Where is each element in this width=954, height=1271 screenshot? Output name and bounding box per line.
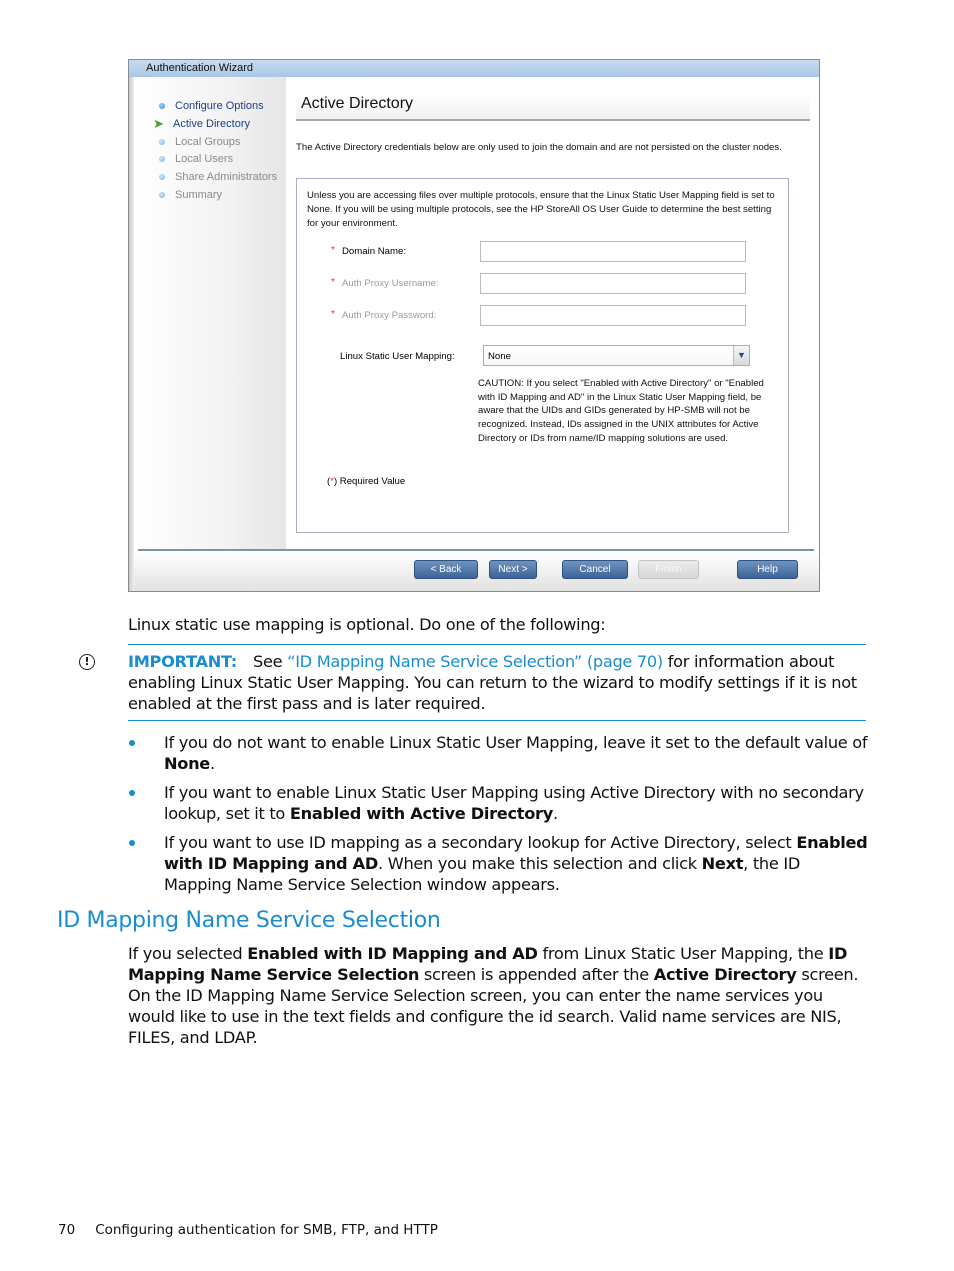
intro-text: The Active Directory credentials below a… bbox=[296, 142, 782, 153]
chapter-title: Configuring authentication for SMB, FTP,… bbox=[95, 1222, 438, 1238]
important-icon: ! bbox=[79, 654, 95, 670]
cancel-button[interactable]: Cancel bbox=[562, 560, 628, 579]
step-share-administrators: Share Administrators bbox=[154, 169, 277, 185]
auth-proxy-password-input[interactable] bbox=[480, 305, 746, 326]
credentials-panel: Unless you are accessing files over mult… bbox=[296, 178, 789, 533]
page-title: Active Directory bbox=[301, 95, 414, 112]
item-text: If you want to use ID mapping as a secon… bbox=[164, 833, 797, 852]
item-text: If you do not want to enable Linux Stati… bbox=[164, 733, 868, 752]
step-local-groups: Local Groups bbox=[154, 134, 240, 150]
mapping-label: Linux Static User Mapping: bbox=[340, 351, 455, 362]
linux-static-user-mapping-row: Linux Static User Mapping: None ▼ bbox=[297, 345, 777, 367]
important-label: IMPORTANT: bbox=[128, 652, 237, 671]
help-button[interactable]: Help bbox=[737, 560, 798, 579]
step-label: Local Groups bbox=[175, 136, 241, 148]
bullet-icon bbox=[159, 192, 165, 198]
required-star: * bbox=[331, 277, 335, 288]
back-button[interactable]: < Back bbox=[414, 560, 478, 579]
domain-name-label: Domain Name: bbox=[342, 246, 406, 257]
item-bold: Next bbox=[701, 854, 744, 873]
bullet-icon bbox=[159, 139, 165, 145]
step-label: Summary bbox=[175, 189, 223, 201]
note-text: See bbox=[252, 652, 288, 671]
bullet-icon bbox=[159, 156, 165, 162]
required-star: * bbox=[331, 309, 335, 320]
important-note: IMPORTANT: See “ID Mapping Name Service S… bbox=[128, 651, 870, 714]
auth-proxy-password-label: Auth Proxy Password: bbox=[342, 310, 437, 321]
step-summary: Summary bbox=[154, 187, 222, 203]
para-text: screen is appended after the bbox=[419, 965, 654, 984]
page-footer: 70 Configuring authentication for SMB, FT… bbox=[58, 1222, 438, 1238]
finish-button: Finish bbox=[638, 560, 699, 579]
important-top-rule bbox=[128, 644, 866, 645]
required-star: * bbox=[331, 245, 335, 256]
bullet-icon bbox=[159, 103, 165, 109]
linux-static-user-mapping-select[interactable]: None ▼ bbox=[483, 345, 750, 366]
list-item: If you want to use ID mapping as a secon… bbox=[128, 832, 870, 895]
step-label: Active Directory bbox=[173, 118, 251, 130]
cross-reference-link[interactable]: “ID Mapping Name Service Selection” (pag… bbox=[287, 652, 663, 671]
wizard-content: Active Directory The Active Directory cr… bbox=[286, 77, 819, 549]
step-label: Configure Options bbox=[175, 100, 264, 112]
step-label: Local Users bbox=[175, 153, 234, 165]
section-paragraph: If you selected Enabled with ID Mapping … bbox=[128, 943, 870, 1048]
para-bold: Enabled with ID Mapping and AD bbox=[247, 944, 538, 963]
intro-paragraph: Linux static use mapping is optional. Do… bbox=[128, 615, 606, 634]
auth-proxy-username-input[interactable] bbox=[480, 273, 746, 294]
step-active-directory[interactable]: ➤ Active Directory bbox=[153, 116, 250, 132]
item-bold: Enabled with Active Directory bbox=[289, 804, 553, 823]
item-text: . bbox=[552, 804, 558, 823]
next-button[interactable]: Next > bbox=[489, 560, 537, 579]
item-text: . When you make this selection and click bbox=[378, 854, 702, 873]
important-bottom-rule bbox=[128, 720, 866, 721]
item-text: . bbox=[209, 754, 215, 773]
domain-name-input[interactable] bbox=[480, 241, 746, 262]
bullet-icon bbox=[129, 840, 135, 846]
current-step-arrow-icon: ➤ bbox=[153, 116, 164, 131]
list-item: If you want to enable Linux Static User … bbox=[128, 782, 870, 824]
authentication-wizard-window: Authentication Wizard Configure Options … bbox=[128, 59, 820, 592]
para-text: from Linux Static User Mapping, the bbox=[537, 944, 829, 963]
required-legend: (*) Required Value bbox=[327, 476, 405, 487]
page-heading: Active Directory bbox=[296, 93, 810, 121]
wizard-footer: < Back Next > Cancel Finish Help bbox=[134, 551, 819, 591]
para-text: If you selected bbox=[128, 944, 248, 963]
auth-proxy-username-row: * Auth Proxy Username: bbox=[297, 273, 777, 295]
auth-proxy-password-row: * Auth Proxy Password: bbox=[297, 305, 777, 327]
protocol-note: Unless you are accessing files over mult… bbox=[307, 190, 775, 229]
para-bold: Active Directory bbox=[653, 965, 797, 984]
selected-value: None bbox=[488, 351, 511, 362]
auth-proxy-username-label: Auth Proxy Username: bbox=[342, 278, 439, 289]
chevron-down-icon[interactable]: ▼ bbox=[733, 346, 749, 365]
domain-name-row: * Domain Name: bbox=[297, 241, 777, 263]
page-number: 70 bbox=[58, 1222, 76, 1238]
bullet-icon bbox=[129, 740, 135, 746]
step-label: Share Administrators bbox=[175, 171, 278, 183]
step-configure-options[interactable]: Configure Options bbox=[154, 98, 264, 114]
wizard-steps-sidebar: Configure Options ➤ Active Directory Loc… bbox=[134, 77, 286, 549]
bullet-icon bbox=[129, 790, 135, 796]
caution-text: CAUTION: If you select "Enabled with Act… bbox=[478, 378, 764, 444]
step-local-users: Local Users bbox=[154, 151, 233, 167]
window-title: Authentication Wizard bbox=[129, 60, 819, 77]
options-list: If you do not want to enable Linux Stati… bbox=[128, 732, 870, 903]
bullet-icon bbox=[159, 174, 165, 180]
required-label: ) Required Value bbox=[333, 476, 406, 487]
section-heading: ID Mapping Name Service Selection bbox=[57, 908, 441, 933]
list-item: If you do not want to enable Linux Stati… bbox=[128, 732, 870, 774]
item-bold: None bbox=[164, 754, 210, 773]
